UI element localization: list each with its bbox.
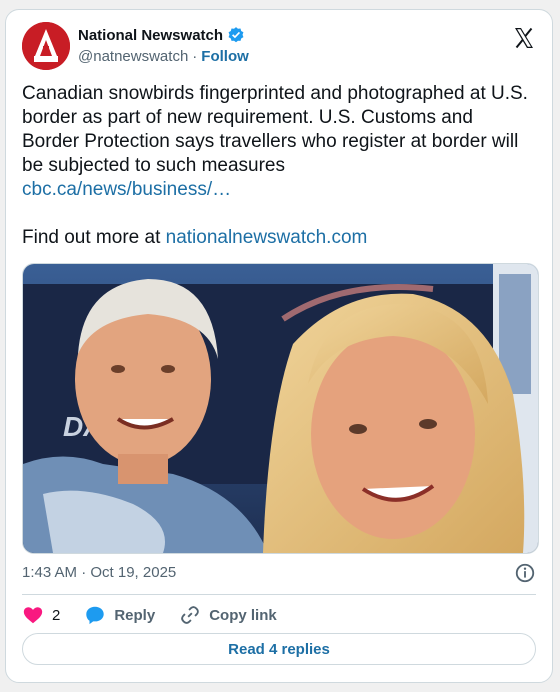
tweet-body: Canadian snowbirds fingerprinted and pho… bbox=[22, 83, 528, 176]
read-replies-button[interactable]: Read 4 replies bbox=[22, 633, 536, 665]
info-icon[interactable] bbox=[514, 562, 536, 584]
copy-link-label: Copy link bbox=[209, 606, 277, 624]
action-bar: 2 Reply Copy link bbox=[22, 604, 301, 626]
divider bbox=[22, 594, 536, 595]
verified-badge-icon bbox=[228, 27, 244, 43]
reply-button[interactable]: Reply bbox=[84, 604, 155, 626]
website-link[interactable]: nationalnewswatch.com bbox=[166, 227, 368, 248]
author-name[interactable]: National Newswatch bbox=[78, 27, 223, 44]
heart-icon bbox=[23, 607, 43, 624]
tweet-meta: 1:43 AM · Oct 19, 2025 bbox=[22, 562, 536, 584]
avatar[interactable] bbox=[22, 22, 70, 70]
x-logo-icon[interactable] bbox=[512, 26, 536, 50]
more-prefix: Find out more at bbox=[22, 227, 166, 248]
tweet-text: Canadian snowbirds fingerprinted and pho… bbox=[22, 82, 532, 250]
read-replies-label: Read 4 replies bbox=[228, 640, 330, 658]
author-handle[interactable]: @natnewswatch bbox=[78, 48, 188, 65]
separator: · bbox=[192, 48, 198, 65]
tweet-header: National Newswatch @natnewswatch · Follo… bbox=[22, 22, 536, 74]
tweet-photo[interactable]: DAD bbox=[22, 263, 539, 554]
like-button[interactable]: 2 bbox=[22, 604, 60, 626]
like-count: 2 bbox=[52, 606, 61, 624]
copy-link-button[interactable]: Copy link bbox=[179, 604, 277, 626]
follow-button[interactable]: Follow bbox=[201, 48, 249, 65]
photo-image: DAD bbox=[23, 264, 538, 553]
tweet-card: National Newswatch @natnewswatch · Follo… bbox=[5, 9, 553, 683]
link-icon bbox=[181, 606, 200, 624]
avatar-logo bbox=[22, 22, 70, 70]
article-link[interactable]: cbc.ca/news/business/… bbox=[22, 179, 231, 200]
reply-bubble-icon bbox=[86, 606, 105, 625]
timestamp[interactable]: 1:43 AM · Oct 19, 2025 bbox=[22, 564, 176, 581]
reply-label: Reply bbox=[114, 606, 156, 624]
